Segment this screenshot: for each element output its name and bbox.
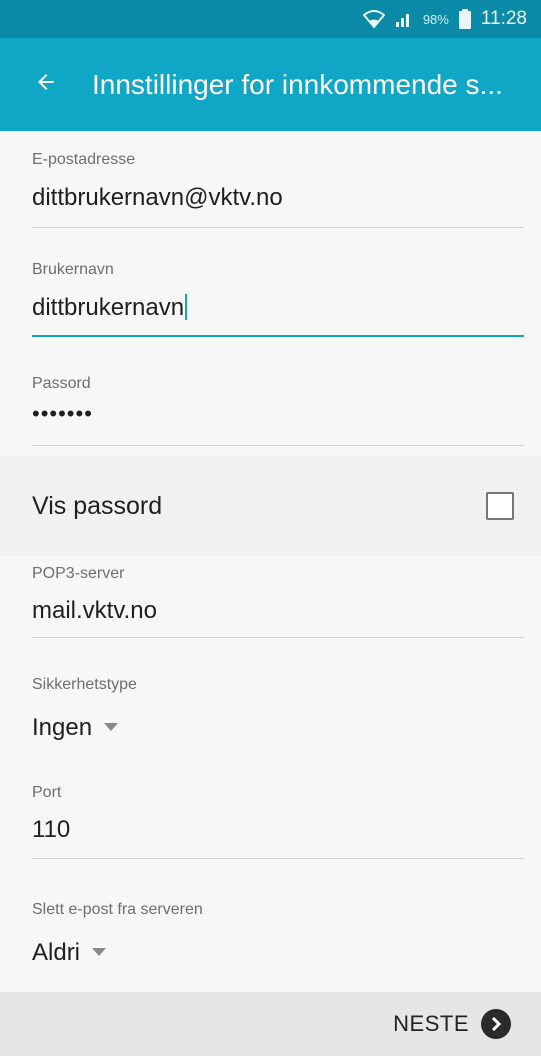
- arrow-left-icon: [34, 70, 58, 99]
- dropdown-arrow-icon: [104, 723, 119, 731]
- pop3-server-label: POP3-server: [32, 565, 125, 582]
- battery-percent: 98%: [422, 11, 449, 27]
- username-value: dittbrukernavn: [32, 294, 185, 321]
- back-button[interactable]: [0, 38, 92, 131]
- port-label: Port: [32, 784, 62, 801]
- text-cursor: [185, 294, 188, 320]
- settings-form: E-postadresse dittbrukernavn@vktv.no Bru…: [0, 131, 541, 992]
- status-bar: 98% 11:28: [0, 0, 541, 38]
- email-field-group: E-postadresse dittbrukernavn@vktv.no: [32, 151, 524, 231]
- username-label: Brukernavn: [32, 261, 114, 278]
- next-button-label: NESTE: [393, 1011, 469, 1036]
- show-password-checkbox[interactable]: [486, 492, 514, 520]
- security-type-value: Ingen: [32, 714, 93, 741]
- delete-from-server-value: Aldri: [32, 939, 81, 966]
- email-underline: [32, 227, 524, 228]
- battery-icon: [458, 9, 471, 29]
- clock: 11:28: [480, 8, 527, 29]
- show-password-label: Vis passord: [32, 492, 163, 520]
- security-type-select[interactable]: Ingen: [32, 714, 119, 742]
- delete-from-server-field-group: Slett e-post fra serveren Aldri: [32, 901, 524, 981]
- delete-from-server-label: Slett e-post fra serveren: [32, 901, 203, 918]
- username-field-group: Brukernavn dittbrukernavn: [32, 261, 524, 341]
- password-underline: [32, 445, 524, 446]
- security-type-label: Sikkerhetstype: [32, 676, 137, 693]
- signal-icon: [395, 10, 413, 28]
- bottom-bar: NESTE: [0, 992, 541, 1056]
- page-title: Innstillinger for innkommende s...: [92, 68, 503, 100]
- chevron-right-circle-icon: [481, 1009, 511, 1039]
- dropdown-arrow-icon: [92, 948, 107, 956]
- port-field-group: Port 110: [32, 784, 524, 864]
- security-type-field-group: Sikkerhetstype Ingen: [32, 676, 524, 756]
- username-input[interactable]: dittbrukernavn: [32, 294, 188, 322]
- port-input[interactable]: 110: [32, 816, 70, 844]
- email-label: E-postadresse: [32, 151, 136, 168]
- password-label: Passord: [32, 375, 91, 392]
- username-underline: [32, 335, 524, 337]
- password-input[interactable]: •••••••: [32, 401, 93, 427]
- show-password-row[interactable]: Vis passord: [0, 456, 541, 556]
- pop3-server-underline: [32, 637, 524, 638]
- password-field-group: Passord •••••••: [32, 375, 524, 455]
- wifi-icon: [362, 9, 385, 29]
- email-input[interactable]: dittbrukernavn@vktv.no: [32, 184, 283, 212]
- port-underline: [32, 858, 524, 859]
- delete-from-server-select[interactable]: Aldri: [32, 939, 107, 967]
- app-bar: Innstillinger for innkommende s...: [0, 38, 541, 131]
- pop3-server-field-group: POP3-server mail.vktv.no: [32, 565, 524, 645]
- pop3-server-input[interactable]: mail.vktv.no: [32, 597, 157, 625]
- next-button[interactable]: NESTE: [393, 1009, 511, 1039]
